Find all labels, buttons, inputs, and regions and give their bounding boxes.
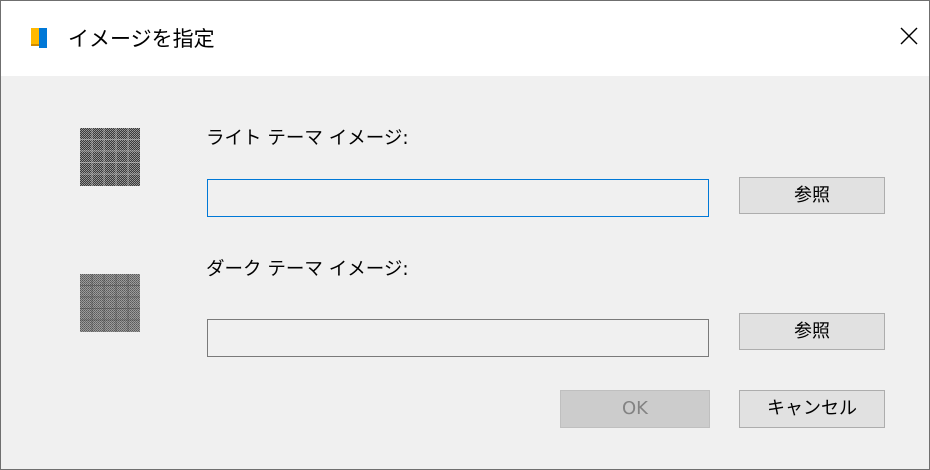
dark-theme-preview-image	[80, 274, 140, 332]
title-bar[interactable]: イメージを指定	[1, 1, 929, 76]
light-theme-browse-button[interactable]: 参照	[739, 177, 885, 214]
light-theme-path-input[interactable]	[207, 179, 709, 217]
image-dialog-window: イメージを指定 ライト テーマ イメージ: 参照 ダーク テーマ イメージ: 参…	[0, 0, 930, 470]
dark-theme-browse-button[interactable]: 参照	[739, 313, 885, 350]
dialog-title: イメージを指定	[68, 27, 215, 51]
light-theme-label: ライト テーマ イメージ:	[206, 128, 409, 149]
cancel-button[interactable]: キャンセル	[739, 390, 885, 428]
ok-button[interactable]: OK	[560, 390, 710, 428]
dark-theme-label: ダーク テーマ イメージ:	[206, 259, 409, 280]
dark-theme-path-input[interactable]	[207, 319, 709, 357]
close-icon	[899, 26, 919, 50]
app-book-icon	[31, 28, 47, 48]
light-theme-preview-image	[80, 128, 140, 186]
close-button[interactable]	[889, 17, 929, 59]
dialog-content: ライト テーマ イメージ: 参照 ダーク テーマ イメージ: 参照 OK キャン…	[1, 76, 929, 469]
